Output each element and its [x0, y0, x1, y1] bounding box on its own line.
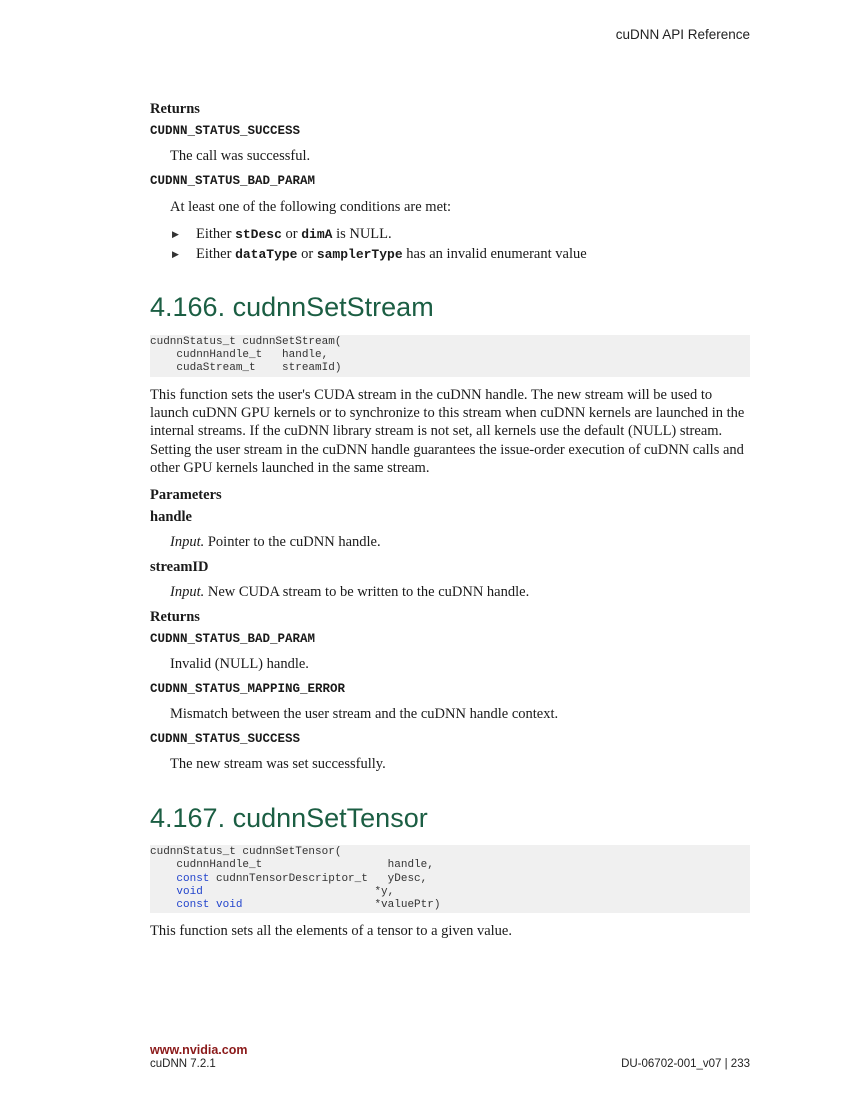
list-item: ▶ Either stDesc or dimA is NULL. — [172, 226, 392, 242]
return-description: The new stream was set successfully. — [170, 756, 386, 773]
footer-version: cuDNN 7.2.1 — [150, 1058, 216, 1070]
code-block: cudnnStatus_t cudnnSetTensor( cudnnHandl… — [150, 845, 750, 914]
return-code: CUDNN_STATUS_SUCCESS — [150, 732, 301, 747]
function-description: This function sets all the elements of a… — [150, 923, 512, 940]
footer-link[interactable]: www.nvidia.com — [150, 1043, 247, 1057]
condition-list: ▶ Either stDesc or dimA is NULL. ▶ Eithe… — [150, 224, 750, 264]
parameter-description: Input. Pointer to the cuDNN handle. — [170, 534, 381, 551]
list-item: ▶ Either dataType or samplerType has an … — [172, 246, 587, 262]
running-header: cuDNN API Reference — [615, 27, 750, 42]
return-description: At least one of the following conditions… — [170, 199, 452, 215]
returns-label: Returns — [150, 101, 200, 117]
inline-code: dataType — [235, 247, 298, 262]
return-code: CUDNN_STATUS_MAPPING_ERROR — [150, 682, 346, 697]
inline-code: dimA — [301, 227, 333, 242]
section-heading: 4.166. cudnnSetStream — [150, 292, 434, 322]
return-code: CUDNN_STATUS_BAD_PARAM — [150, 632, 316, 647]
section-heading: 4.167. cudnnSetTensor — [150, 803, 428, 834]
inline-code: stDesc — [235, 227, 282, 242]
function-description: This function sets the user's CUDA strea… — [150, 386, 745, 476]
parameter-description: Input. New CUDA stream to be written to … — [170, 584, 530, 601]
parameters-label: Parameters — [150, 487, 222, 504]
return-description: Invalid (NULL) handle. — [170, 656, 309, 673]
parameter-name: streamID — [150, 559, 209, 576]
inline-code: samplerType — [316, 247, 403, 262]
return-description: The call was successful. — [170, 148, 311, 164]
returns-label: Returns — [150, 609, 200, 626]
page-content: Returns CUDNN_STATUS_SUCCESS The call wa… — [150, 98, 750, 940]
return-code: CUDNN_STATUS_BAD_PARAM — [150, 174, 316, 188]
footer-doc-number: DU-06702-001_v07 | 233 — [621, 1058, 750, 1070]
return-description: Mismatch between the user stream and the… — [170, 706, 559, 723]
return-code: CUDNN_STATUS_SUCCESS — [150, 124, 301, 138]
code-block: cudnnStatus_t cudnnSetStream( cudnnHandl… — [150, 335, 750, 377]
bullet-triangle-icon: ▶ — [172, 229, 179, 239]
bullet-triangle-icon: ▶ — [172, 249, 179, 259]
parameter-name: handle — [150, 509, 192, 526]
